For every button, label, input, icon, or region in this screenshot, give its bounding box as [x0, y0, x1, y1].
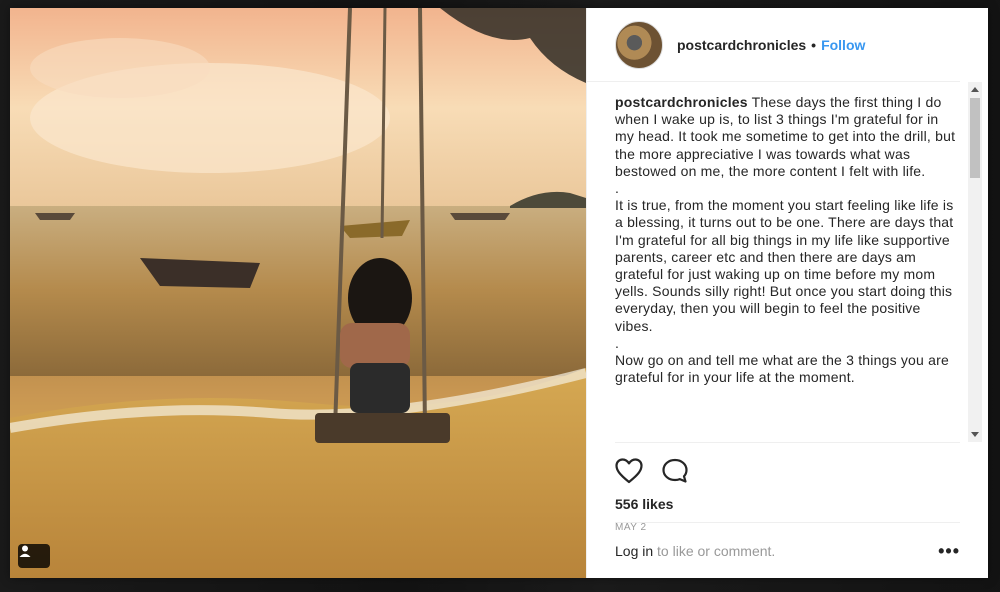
caption-scroll-area[interactable]: postcardchronicles These days the first … [587, 82, 988, 442]
like-button[interactable] [615, 456, 645, 486]
login-link[interactable]: Log in [615, 543, 653, 559]
caption-text: These days the first thing I do when I w… [615, 94, 956, 386]
post-header: postcardchronicles • Follow [587, 8, 960, 82]
likes-count[interactable]: 556 likes [615, 496, 960, 512]
login-text: Log in to like or comment. [615, 543, 775, 559]
header-separator: • [811, 36, 817, 53]
comment-icon [662, 458, 688, 483]
more-options-icon[interactable]: ••• [938, 542, 960, 560]
heart-icon [615, 457, 643, 483]
post-modal: postcardchronicles • Follow postcardchro… [10, 8, 988, 578]
caption-author-link[interactable]: postcardchronicles [615, 94, 748, 110]
avatar[interactable] [615, 20, 663, 69]
login-prompt: Log in to like or comment. ••• [615, 522, 960, 578]
login-rest-text: to like or comment. [653, 542, 776, 559]
photo-illustration [10, 8, 586, 578]
post-photo[interactable] [10, 8, 586, 578]
scroll-down-arrow-icon[interactable] [971, 432, 979, 437]
scroll-up-arrow-icon[interactable] [971, 87, 979, 92]
follow-button[interactable]: Follow [821, 37, 865, 53]
scrollbar-thumb[interactable] [970, 98, 980, 178]
action-bar [615, 442, 960, 488]
user-tag-button[interactable] [18, 544, 50, 568]
comment-button[interactable] [661, 456, 691, 486]
username-link[interactable]: postcardchronicles [677, 37, 806, 53]
post-sidebar: postcardchronicles • Follow postcardchro… [586, 8, 988, 578]
user-tag-icon [19, 545, 31, 557]
caption-scrollbar[interactable] [968, 82, 982, 442]
caption: postcardchronicles These days the first … [615, 94, 958, 386]
